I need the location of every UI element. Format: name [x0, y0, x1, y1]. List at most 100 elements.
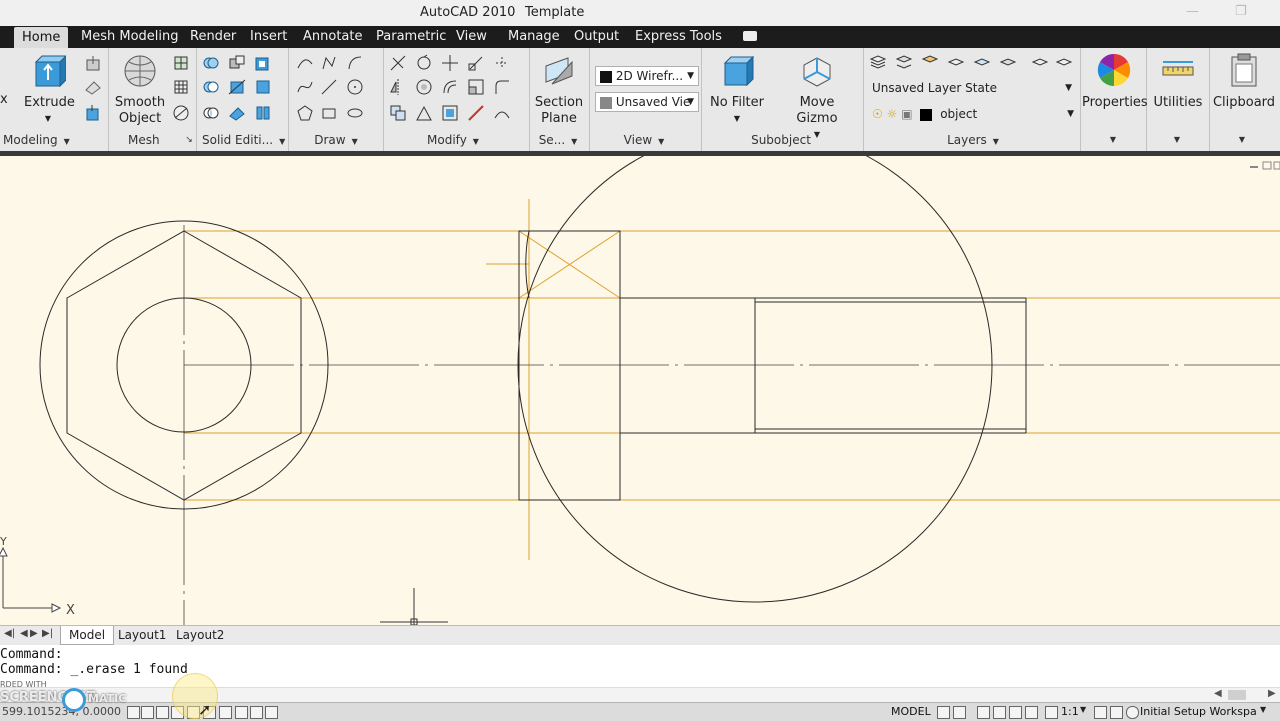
zoom-icon[interactable]: [993, 706, 1006, 719]
line-icon[interactable]: [296, 54, 314, 72]
stretch-icon[interactable]: [467, 54, 485, 72]
separate-icon[interactable]: [228, 54, 246, 72]
tab-manage[interactable]: Manage: [508, 26, 560, 48]
trim-icon[interactable]: [389, 54, 407, 72]
tab-mesh-modeling[interactable]: Mesh Modeling: [81, 26, 179, 48]
section-plane-button[interactable]: Section Plane: [533, 54, 585, 127]
coordinate-readout[interactable]: 599.1015234, 0.0000: [2, 705, 121, 718]
first-layout-button[interactable]: ◀|: [4, 628, 15, 639]
workspace-switcher[interactable]: Initial Setup Workspa: [1140, 705, 1257, 718]
viewport-controls-icon[interactable]: [1250, 161, 1280, 170]
sweep-icon[interactable]: [84, 104, 102, 122]
layer-match-icon[interactable]: [1031, 53, 1049, 71]
move-icon[interactable]: [441, 54, 459, 72]
grid-display-icon[interactable]: [141, 706, 154, 719]
tab-annotate[interactable]: Annotate: [303, 26, 362, 48]
quick-view-drawings-icon[interactable]: [953, 706, 966, 719]
circle-icon[interactable]: [346, 78, 364, 96]
eraser-icon[interactable]: [84, 78, 102, 96]
workspace-gear-icon[interactable]: [1126, 706, 1139, 719]
tab-layout1[interactable]: Layout1: [118, 628, 166, 642]
next-layout-button[interactable]: ▶: [30, 628, 38, 639]
layer-dropdown[interactable]: ☉ ☼ ▣ object ▼: [867, 104, 1079, 124]
tab-render[interactable]: Render: [190, 26, 236, 48]
explode-icon[interactable]: [493, 54, 511, 72]
scroll-thumb[interactable]: [1228, 690, 1246, 700]
panel-solid-editing-title[interactable]: Solid Editi... ▼: [202, 131, 285, 149]
clipboard-expand-icon[interactable]: ▼: [1237, 131, 1247, 149]
construction-line-icon[interactable]: [320, 78, 338, 96]
snap-mode-icon[interactable]: [127, 706, 140, 719]
object-snap-tracking-icon[interactable]: [219, 706, 232, 719]
rotate-icon[interactable]: [415, 54, 433, 72]
copy-icon[interactable]: [389, 104, 407, 122]
drawing-canvas[interactable]: X Y: [0, 156, 1280, 625]
layer-freeze-icon[interactable]: [973, 53, 991, 71]
layer-state-dropdown[interactable]: Unsaved Layer State ▼: [867, 78, 1077, 98]
visual-style-dropdown[interactable]: 2D Wirefr... ▼: [595, 66, 699, 86]
scroll-right-arrow[interactable]: ▶: [1268, 688, 1276, 699]
workspace-dropdown-icon[interactable]: ▼: [1260, 705, 1266, 714]
scroll-left-arrow[interactable]: ◀: [1214, 688, 1222, 699]
smooth-object-button[interactable]: Smooth Object: [114, 54, 166, 127]
break-icon[interactable]: [467, 104, 485, 122]
layer-change-icon[interactable]: [1055, 53, 1073, 71]
align-icon[interactable]: [415, 104, 433, 122]
layer-lock-icon[interactable]: [999, 53, 1017, 71]
annotation-scale-icon[interactable]: [1045, 706, 1058, 719]
pan-icon[interactable]: [977, 706, 990, 719]
showmotion-icon[interactable]: [1025, 706, 1038, 719]
ellipse-icon[interactable]: [346, 104, 364, 122]
extract-edges-icon[interactable]: [254, 78, 272, 96]
layer-off-icon[interactable]: [947, 53, 965, 71]
panel-draw-title[interactable]: Draw ▼: [296, 131, 376, 149]
dynamic-input-icon[interactable]: [250, 706, 263, 719]
panel-layers-title[interactable]: Layers ▼: [933, 131, 1013, 149]
polygon-icon[interactable]: [296, 104, 314, 122]
prev-layout-button[interactable]: ◀: [20, 628, 28, 639]
properties-button[interactable]: Properties: [1082, 52, 1148, 111]
polyline-icon[interactable]: [320, 54, 338, 72]
saved-view-dropdown[interactable]: Unsaved Vie ▼: [595, 92, 699, 112]
tab-model[interactable]: Model: [60, 626, 115, 645]
array-icon[interactable]: [415, 78, 433, 96]
panel-modify-title[interactable]: Modify ▼: [413, 131, 493, 149]
arc-icon[interactable]: [346, 54, 364, 72]
tab-layout2[interactable]: Layout2: [176, 628, 224, 642]
dynamic-ucs-icon[interactable]: [235, 706, 248, 719]
clipboard-button[interactable]: Clipboard: [1211, 52, 1277, 111]
spline-icon[interactable]: [296, 78, 314, 96]
join-icon[interactable]: [493, 104, 511, 122]
panel-mesh-title[interactable]: Mesh: [128, 131, 160, 149]
last-layout-button[interactable]: ▶|: [42, 628, 53, 639]
utilities-expand-icon[interactable]: ▼: [1172, 131, 1182, 149]
panel-launcher-icon[interactable]: ↘: [184, 131, 194, 149]
annotation-scale-value[interactable]: 1:1: [1061, 705, 1079, 718]
slice-icon[interactable]: [228, 78, 246, 96]
layer-iso-icon[interactable]: [921, 53, 939, 71]
annotation-visibility-icon[interactable]: [1094, 706, 1107, 719]
presspull-icon[interactable]: [84, 54, 102, 72]
model-space-toggle[interactable]: MODEL: [891, 705, 931, 718]
intersect-icon[interactable]: [202, 104, 220, 122]
auto-scale-icon[interactable]: [1110, 706, 1123, 719]
panel-view-title[interactable]: View ▼: [609, 131, 679, 149]
layer-previous-icon[interactable]: [895, 53, 913, 71]
tab-express-tools[interactable]: Express Tools: [635, 26, 722, 48]
mesh-box-icon[interactable]: [172, 54, 190, 72]
maximize-button[interactable]: ❐: [1235, 4, 1247, 19]
mesh-crease-icon[interactable]: [172, 104, 190, 122]
ortho-mode-icon[interactable]: [156, 706, 169, 719]
extrude-button[interactable]: Extrude ▼: [24, 54, 75, 127]
extrude-faces-icon[interactable]: [254, 104, 272, 122]
fillet-icon[interactable]: [493, 78, 511, 96]
minimize-button[interactable]: —: [1186, 4, 1199, 19]
tab-home[interactable]: Home: [14, 27, 69, 48]
tab-output[interactable]: Output: [574, 26, 619, 48]
panel-modeling-title[interactable]: Modeling ▼: [3, 131, 73, 149]
rectangle-icon[interactable]: [320, 104, 338, 122]
move-gizmo-button[interactable]: Move Gizmo ▼: [777, 54, 857, 143]
union-icon[interactable]: [202, 54, 220, 72]
interfere-icon[interactable]: [228, 104, 246, 122]
tab-parametric[interactable]: Parametric: [376, 26, 446, 48]
